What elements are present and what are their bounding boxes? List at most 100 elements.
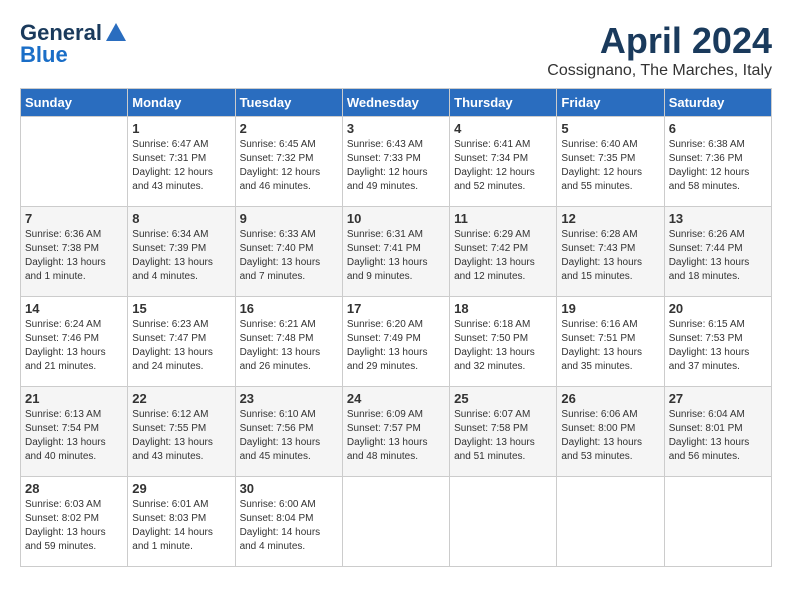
sunrise-time: Sunrise: 6:13 AM bbox=[25, 409, 101, 420]
day-info: Sunrise: 6:38 AM Sunset: 7:36 PM Dayligh… bbox=[669, 138, 767, 194]
daylight-hours: Daylight: 12 hours and 43 minutes. bbox=[132, 167, 213, 192]
daylight-hours: Daylight: 13 hours and 56 minutes. bbox=[669, 437, 750, 462]
calendar-cell: 25 Sunrise: 6:07 AM Sunset: 7:58 PM Dayl… bbox=[450, 387, 557, 477]
day-number: 17 bbox=[347, 301, 445, 316]
day-info: Sunrise: 6:20 AM Sunset: 7:49 PM Dayligh… bbox=[347, 318, 445, 374]
sunrise-time: Sunrise: 6:09 AM bbox=[347, 409, 423, 420]
day-number: 26 bbox=[561, 391, 659, 406]
title-block: April 2024 Cossignano, The Marches, Ital… bbox=[547, 20, 772, 80]
day-number: 1 bbox=[132, 121, 230, 136]
day-number: 20 bbox=[669, 301, 767, 316]
sunrise-time: Sunrise: 6:45 AM bbox=[240, 139, 316, 150]
sunrise-time: Sunrise: 6:12 AM bbox=[132, 409, 208, 420]
sunset-time: Sunset: 7:49 PM bbox=[347, 333, 421, 344]
daylight-hours: Daylight: 13 hours and 37 minutes. bbox=[669, 347, 750, 372]
calendar-cell: 28 Sunrise: 6:03 AM Sunset: 8:02 PM Dayl… bbox=[21, 477, 128, 567]
sunset-time: Sunset: 8:01 PM bbox=[669, 423, 743, 434]
weekday-header: Friday bbox=[557, 89, 664, 117]
day-number: 12 bbox=[561, 211, 659, 226]
calendar-cell: 24 Sunrise: 6:09 AM Sunset: 7:57 PM Dayl… bbox=[342, 387, 449, 477]
sunrise-time: Sunrise: 6:31 AM bbox=[347, 229, 423, 240]
sunset-time: Sunset: 7:46 PM bbox=[25, 333, 99, 344]
day-info: Sunrise: 6:43 AM Sunset: 7:33 PM Dayligh… bbox=[347, 138, 445, 194]
daylight-hours: Daylight: 13 hours and 21 minutes. bbox=[25, 347, 106, 372]
calendar-week-row: 14 Sunrise: 6:24 AM Sunset: 7:46 PM Dayl… bbox=[21, 297, 772, 387]
calendar-table: SundayMondayTuesdayWednesdayThursdayFrid… bbox=[20, 88, 772, 567]
day-number: 3 bbox=[347, 121, 445, 136]
daylight-hours: Daylight: 13 hours and 26 minutes. bbox=[240, 347, 321, 372]
sunrise-time: Sunrise: 6:20 AM bbox=[347, 319, 423, 330]
calendar-cell: 19 Sunrise: 6:16 AM Sunset: 7:51 PM Dayl… bbox=[557, 297, 664, 387]
day-number: 6 bbox=[669, 121, 767, 136]
calendar-cell: 7 Sunrise: 6:36 AM Sunset: 7:38 PM Dayli… bbox=[21, 207, 128, 297]
day-number: 24 bbox=[347, 391, 445, 406]
day-info: Sunrise: 6:24 AM Sunset: 7:46 PM Dayligh… bbox=[25, 318, 123, 374]
day-info: Sunrise: 6:41 AM Sunset: 7:34 PM Dayligh… bbox=[454, 138, 552, 194]
daylight-hours: Daylight: 13 hours and 35 minutes. bbox=[561, 347, 642, 372]
daylight-hours: Daylight: 13 hours and 43 minutes. bbox=[132, 437, 213, 462]
sunrise-time: Sunrise: 6:34 AM bbox=[132, 229, 208, 240]
sunrise-time: Sunrise: 6:01 AM bbox=[132, 499, 208, 510]
daylight-hours: Daylight: 14 hours and 4 minutes. bbox=[240, 527, 321, 552]
day-info: Sunrise: 6:34 AM Sunset: 7:39 PM Dayligh… bbox=[132, 228, 230, 284]
daylight-hours: Daylight: 13 hours and 32 minutes. bbox=[454, 347, 535, 372]
calendar-cell: 26 Sunrise: 6:06 AM Sunset: 8:00 PM Dayl… bbox=[557, 387, 664, 477]
day-info: Sunrise: 6:10 AM Sunset: 7:56 PM Dayligh… bbox=[240, 408, 338, 464]
day-number: 18 bbox=[454, 301, 552, 316]
sunrise-time: Sunrise: 6:03 AM bbox=[25, 499, 101, 510]
calendar-cell: 23 Sunrise: 6:10 AM Sunset: 7:56 PM Dayl… bbox=[235, 387, 342, 477]
day-info: Sunrise: 6:18 AM Sunset: 7:50 PM Dayligh… bbox=[454, 318, 552, 374]
calendar-cell: 11 Sunrise: 6:29 AM Sunset: 7:42 PM Dayl… bbox=[450, 207, 557, 297]
sunset-time: Sunset: 8:00 PM bbox=[561, 423, 635, 434]
day-number: 15 bbox=[132, 301, 230, 316]
day-number: 14 bbox=[25, 301, 123, 316]
sunrise-time: Sunrise: 6:23 AM bbox=[132, 319, 208, 330]
sunset-time: Sunset: 7:42 PM bbox=[454, 243, 528, 254]
weekday-header: Tuesday bbox=[235, 89, 342, 117]
calendar-week-row: 21 Sunrise: 6:13 AM Sunset: 7:54 PM Dayl… bbox=[21, 387, 772, 477]
logo-icon bbox=[104, 21, 128, 45]
sunrise-time: Sunrise: 6:04 AM bbox=[669, 409, 745, 420]
sunrise-time: Sunrise: 6:07 AM bbox=[454, 409, 530, 420]
sunset-time: Sunset: 7:44 PM bbox=[669, 243, 743, 254]
day-number: 11 bbox=[454, 211, 552, 226]
day-info: Sunrise: 6:47 AM Sunset: 7:31 PM Dayligh… bbox=[132, 138, 230, 194]
sunrise-time: Sunrise: 6:21 AM bbox=[240, 319, 316, 330]
sunset-time: Sunset: 7:56 PM bbox=[240, 423, 314, 434]
sunrise-time: Sunrise: 6:43 AM bbox=[347, 139, 423, 150]
calendar-week-row: 1 Sunrise: 6:47 AM Sunset: 7:31 PM Dayli… bbox=[21, 117, 772, 207]
day-info: Sunrise: 6:21 AM Sunset: 7:48 PM Dayligh… bbox=[240, 318, 338, 374]
day-info: Sunrise: 6:07 AM Sunset: 7:58 PM Dayligh… bbox=[454, 408, 552, 464]
weekday-header: Wednesday bbox=[342, 89, 449, 117]
daylight-hours: Daylight: 12 hours and 55 minutes. bbox=[561, 167, 642, 192]
daylight-hours: Daylight: 12 hours and 46 minutes. bbox=[240, 167, 321, 192]
day-info: Sunrise: 6:16 AM Sunset: 7:51 PM Dayligh… bbox=[561, 318, 659, 374]
calendar-cell bbox=[342, 477, 449, 567]
day-number: 16 bbox=[240, 301, 338, 316]
day-number: 5 bbox=[561, 121, 659, 136]
sunset-time: Sunset: 7:50 PM bbox=[454, 333, 528, 344]
calendar-cell: 6 Sunrise: 6:38 AM Sunset: 7:36 PM Dayli… bbox=[664, 117, 771, 207]
weekday-header: Thursday bbox=[450, 89, 557, 117]
daylight-hours: Daylight: 12 hours and 58 minutes. bbox=[669, 167, 750, 192]
calendar-cell: 18 Sunrise: 6:18 AM Sunset: 7:50 PM Dayl… bbox=[450, 297, 557, 387]
daylight-hours: Daylight: 13 hours and 9 minutes. bbox=[347, 257, 428, 282]
sunset-time: Sunset: 8:04 PM bbox=[240, 513, 314, 524]
sunset-time: Sunset: 7:31 PM bbox=[132, 153, 206, 164]
daylight-hours: Daylight: 13 hours and 7 minutes. bbox=[240, 257, 321, 282]
calendar-cell: 14 Sunrise: 6:24 AM Sunset: 7:46 PM Dayl… bbox=[21, 297, 128, 387]
sunrise-time: Sunrise: 6:28 AM bbox=[561, 229, 637, 240]
daylight-hours: Daylight: 14 hours and 1 minute. bbox=[132, 527, 213, 552]
daylight-hours: Daylight: 12 hours and 52 minutes. bbox=[454, 167, 535, 192]
calendar-cell: 16 Sunrise: 6:21 AM Sunset: 7:48 PM Dayl… bbox=[235, 297, 342, 387]
sunrise-time: Sunrise: 6:47 AM bbox=[132, 139, 208, 150]
sunrise-time: Sunrise: 6:18 AM bbox=[454, 319, 530, 330]
sunset-time: Sunset: 7:38 PM bbox=[25, 243, 99, 254]
sunset-time: Sunset: 7:47 PM bbox=[132, 333, 206, 344]
sunset-time: Sunset: 8:03 PM bbox=[132, 513, 206, 524]
day-number: 8 bbox=[132, 211, 230, 226]
sunrise-time: Sunrise: 6:41 AM bbox=[454, 139, 530, 150]
calendar-cell bbox=[664, 477, 771, 567]
day-number: 9 bbox=[240, 211, 338, 226]
daylight-hours: Daylight: 13 hours and 15 minutes. bbox=[561, 257, 642, 282]
